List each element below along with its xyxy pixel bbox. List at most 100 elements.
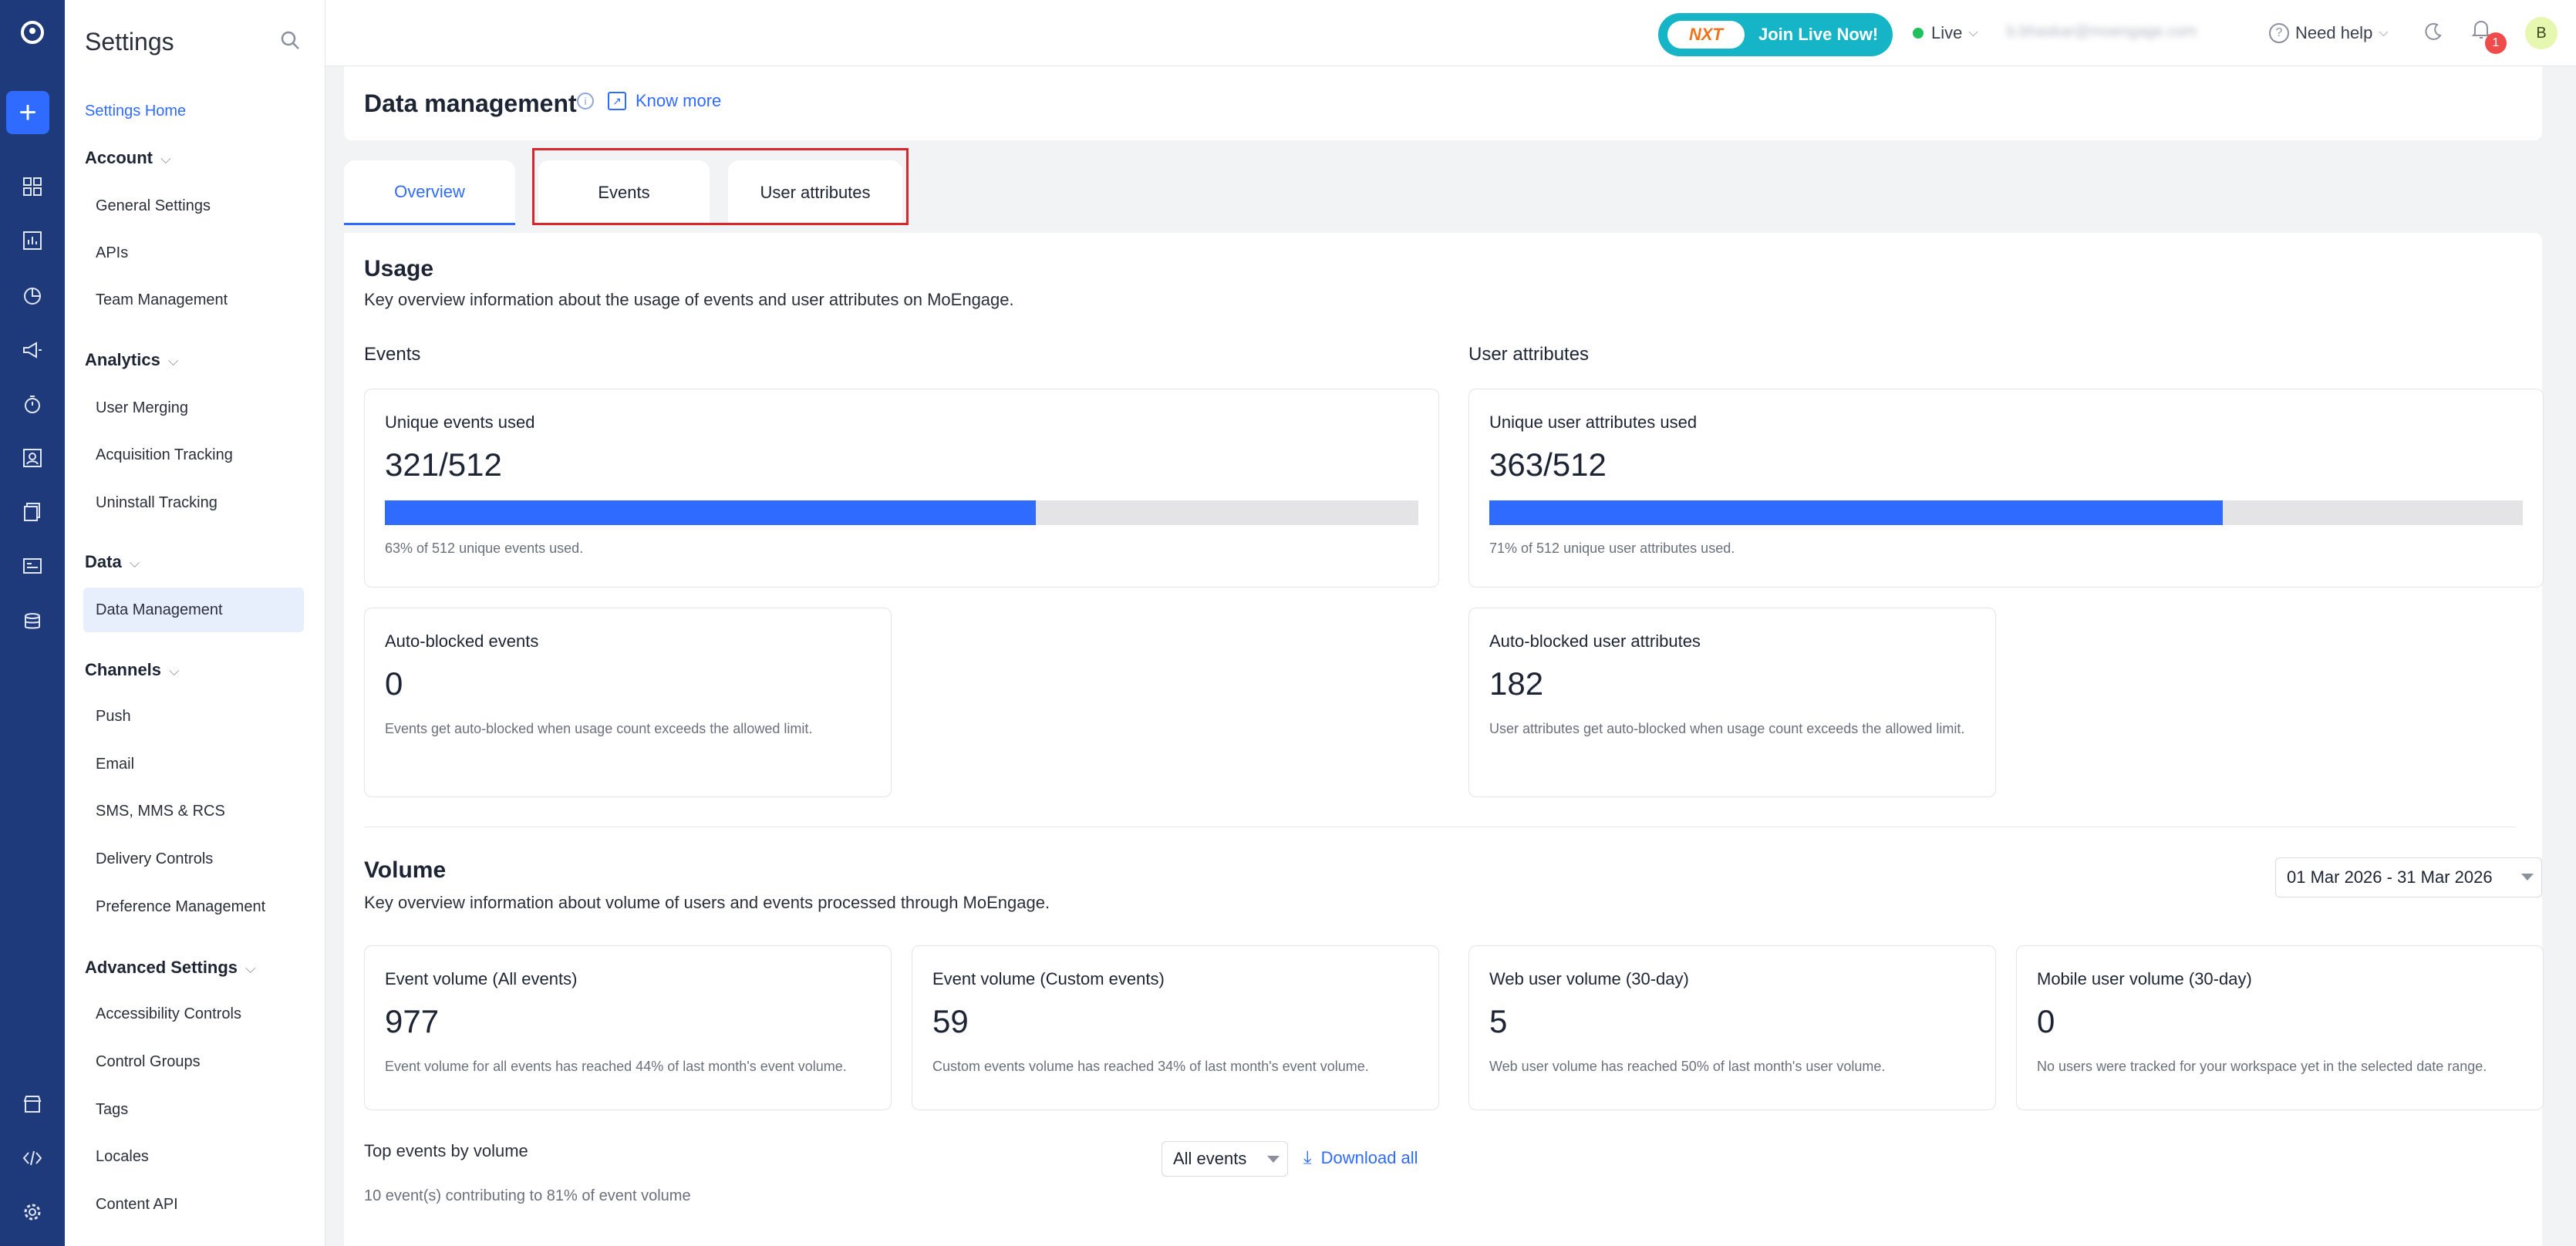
sidebar-section-analytics[interactable]: Analytics ⌵	[85, 350, 178, 370]
web-user-volume-card: Web user volume (30-day) 5 Web user volu…	[1468, 945, 1996, 1110]
card-value: 363/512	[1489, 446, 1607, 483]
documents-icon[interactable]	[17, 497, 48, 527]
avatar[interactable]: B	[2525, 17, 2557, 49]
environment-select[interactable]: Live ⌵	[1913, 23, 1978, 43]
sidebar-item-general-settings[interactable]: General Settings	[83, 184, 304, 228]
tabs-highlight-box	[532, 148, 909, 225]
progress-fill	[385, 500, 1037, 525]
sidebar-section-account[interactable]: Account ⌵	[85, 148, 171, 168]
event-volume-custom-card: Event volume (Custom events) 59 Custom e…	[912, 945, 1439, 1110]
unique-events-progress-bar	[385, 500, 1418, 525]
sidebar-item-user-merging[interactable]: User Merging	[83, 386, 304, 430]
event-volume-all-card: Event volume (All events) 977 Event volu…	[364, 945, 892, 1110]
sidebar-section-advanced-settings[interactable]: Advanced Settings ⌵	[85, 958, 256, 978]
chevron-down-icon: ⌵	[245, 961, 256, 976]
add-icon[interactable]: +	[6, 91, 49, 134]
sidebar-item-delivery-controls[interactable]: Delivery Controls	[83, 837, 304, 881]
sidebar-title: Settings	[85, 28, 174, 56]
card-note: User attributes get auto-blocked when us…	[1489, 721, 1965, 736]
card-note: Web user volume has reached 50% of last …	[1489, 1059, 1886, 1074]
dashboard-icon[interactable]	[17, 171, 48, 202]
settings-gear-icon[interactable]	[17, 1197, 48, 1227]
environment-label: Live	[1931, 23, 1963, 42]
sidebar-item-preference-management[interactable]: Preference Management	[83, 884, 304, 929]
user-attributes-heading: User attributes	[1468, 344, 1590, 365]
user-card-icon[interactable]	[17, 443, 48, 473]
auto-blocked-attributes-card: Auto-blocked user attributes 182 User at…	[1468, 608, 1996, 797]
code-icon[interactable]	[17, 1143, 48, 1174]
chevron-down-icon: ⌵	[160, 151, 171, 167]
account-select[interactable]: b.bhaskar@moengage.com	[2007, 23, 2230, 45]
join-live-button[interactable]: NXT Join Live Now!	[1658, 13, 1893, 56]
settings-sidebar: Settings Settings Home Account ⌵ General …	[65, 0, 325, 1246]
card-value: 321/512	[385, 446, 502, 483]
card-label: Event volume (Custom events)	[932, 969, 1165, 988]
know-more-link[interactable]: ↗ Know more	[608, 91, 721, 111]
info-icon[interactable]: i	[577, 93, 594, 109]
card-label: Unique user attributes used	[1489, 413, 1698, 432]
unique-attributes-progress-bar	[1489, 500, 2523, 525]
card-value: 59	[932, 1003, 969, 1039]
sidebar-item-email[interactable]: Email	[83, 742, 304, 786]
campaign-icon[interactable]	[17, 335, 48, 365]
download-all-button[interactable]: ⤓ Download all	[1303, 1147, 1418, 1169]
card-note: Events get auto-blocked when usage count…	[385, 721, 813, 736]
cards-icon[interactable]	[17, 551, 48, 581]
chevron-down-icon: ⌵	[167, 353, 179, 369]
date-range-select[interactable]: 01 Mar 2026 - 31 Mar 2026	[2275, 857, 2542, 897]
sidebar-item-content-api[interactable]: Content API	[83, 1182, 304, 1227]
chevron-down-icon: ⌵	[1968, 26, 1978, 39]
caret-down-icon	[1267, 1156, 1280, 1163]
join-live-label: Join Live Now!	[1758, 25, 1879, 44]
logo-icon[interactable]	[17, 17, 48, 48]
top-bar: NXT Join Live Now! Live ⌵ b.bhaskar@moen…	[325, 0, 2576, 66]
sidebar-item-accessibility-controls[interactable]: Accessibility Controls	[83, 992, 304, 1036]
timer-icon[interactable]	[17, 389, 48, 419]
overview-panel: Usage Key overview information about the…	[344, 233, 2544, 1246]
analytics-icon[interactable]	[17, 225, 48, 256]
card-value: 977	[385, 1003, 440, 1039]
marketplace-icon[interactable]	[17, 1089, 48, 1120]
sidebar-item-sms-mms-rcs[interactable]: SMS, MMS & RCS	[83, 789, 304, 833]
sidebar-section-data[interactable]: Data ⌵	[85, 552, 140, 572]
volume-subtitle: Key overview information about volume of…	[364, 893, 1050, 912]
sidebar-item-locales[interactable]: Locales	[83, 1134, 304, 1179]
card-value: 0	[385, 665, 403, 702]
segment-icon[interactable]	[17, 281, 48, 312]
database-icon[interactable]	[17, 606, 48, 637]
unique-attributes-card: Unique user attributes used 363/512 71% …	[1468, 389, 2544, 588]
card-label: Auto-blocked events	[385, 631, 539, 651]
top-events-note: 10 event(s) contributing to 81% of event…	[364, 1187, 691, 1204]
nxt-logo: NXT	[1667, 21, 1745, 49]
progress-fill	[1489, 500, 2224, 525]
mobile-user-volume-card: Mobile user volume (30-day) 0 No users w…	[2016, 945, 2544, 1110]
sidebar-item-push[interactable]: Push	[83, 694, 304, 739]
sidebar-item-uninstall-tracking[interactable]: Uninstall Tracking	[83, 480, 304, 525]
caret-down-icon	[2521, 874, 2534, 881]
sidebar-item-control-groups[interactable]: Control Groups	[83, 1039, 304, 1084]
sidebar-item-data-management[interactable]: Data Management	[83, 588, 304, 632]
dark-mode-icon[interactable]	[2423, 22, 2443, 47]
sidebar-item-acquisition-tracking[interactable]: Acquisition Tracking	[83, 433, 304, 477]
app-rail: +	[0, 0, 65, 1246]
settings-home-link[interactable]: Settings Home	[85, 103, 186, 120]
need-help-menu[interactable]: ? Need help ⌵	[2269, 23, 2388, 43]
card-note: 63% of 512 unique events used.	[385, 540, 584, 556]
sidebar-item-apis[interactable]: APIs	[83, 231, 304, 275]
search-icon[interactable]	[275, 25, 305, 56]
card-value: 182	[1489, 665, 1544, 702]
card-label: Web user volume (30-day)	[1489, 969, 1689, 988]
question-icon: ?	[2269, 23, 2289, 43]
sidebar-item-tags[interactable]: Tags	[83, 1087, 304, 1132]
usage-title: Usage	[364, 256, 434, 281]
chevron-down-icon: ⌵	[129, 555, 140, 571]
events-filter-select[interactable]: All events	[1162, 1141, 1288, 1177]
sidebar-section-channels[interactable]: Channels ⌵	[85, 660, 180, 680]
card-note: Custom events volume has reached 34% of …	[932, 1059, 1369, 1074]
live-status-dot	[1913, 28, 1924, 39]
notification-count-badge: 1	[2485, 32, 2507, 54]
chevron-down-icon: ⌵	[2379, 26, 2389, 39]
card-value: 5	[1489, 1003, 1508, 1039]
sidebar-item-team-management[interactable]: Team Management	[83, 278, 304, 322]
tab-overview[interactable]: Overview	[344, 160, 515, 225]
